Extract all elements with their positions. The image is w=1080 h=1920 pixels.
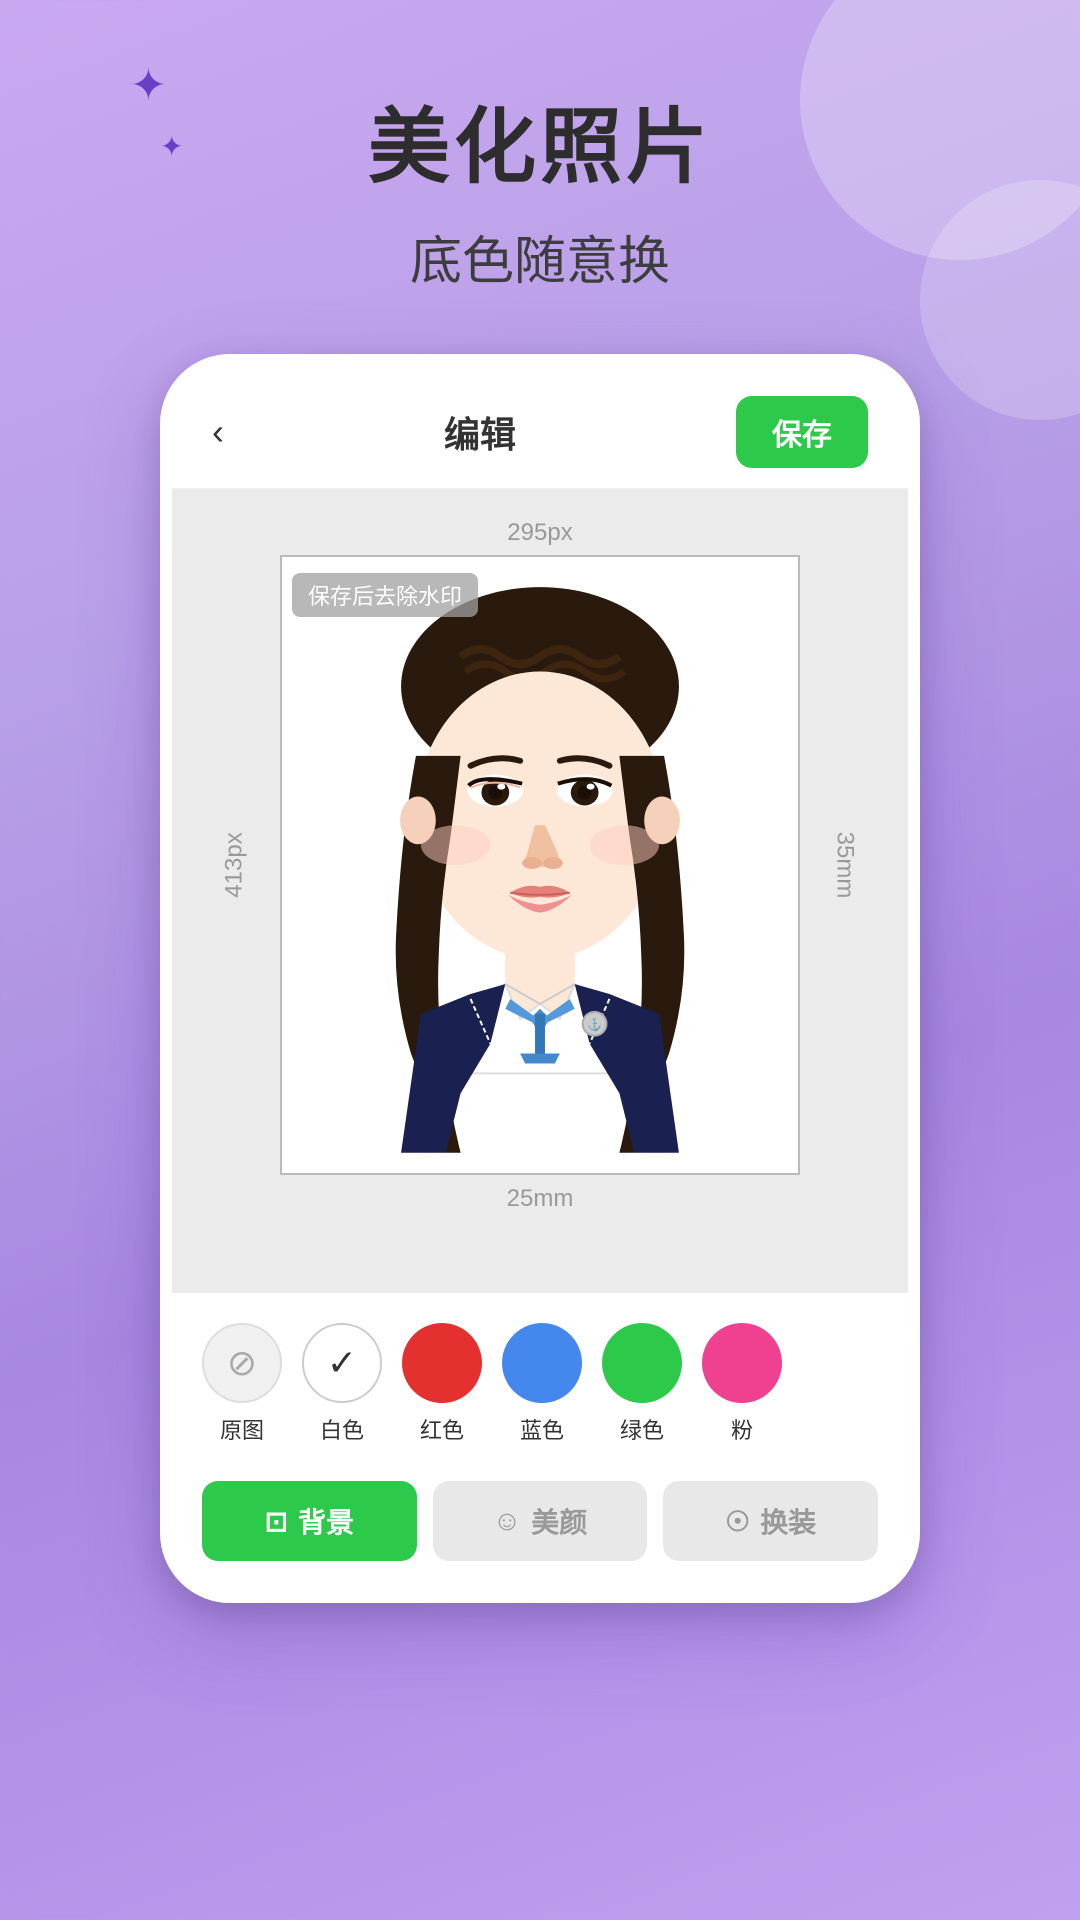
phone-header: ‹ 编辑 保存 xyxy=(172,366,908,489)
color-circle-red[interactable] xyxy=(402,1323,482,1403)
photo-frame-wrapper: 413px 保存后去除水印 xyxy=(202,555,878,1175)
beauty-tool-label: 美颜 xyxy=(531,1501,587,1541)
color-circle-blue[interactable] xyxy=(502,1323,582,1403)
color-label-blue: 蓝色 xyxy=(520,1413,564,1445)
color-circle-white[interactable]: ✓ xyxy=(302,1323,382,1403)
color-label-green: 绿色 xyxy=(620,1413,664,1445)
color-circle-pink[interactable] xyxy=(702,1323,782,1403)
color-label-white: 白色 xyxy=(320,1413,364,1445)
photo-area: 295px 413px 保存后去除水印 xyxy=(172,489,908,1233)
sub-title: 底色随意换 xyxy=(410,219,670,294)
background-tool-button[interactable]: ⊡ 背景 xyxy=(202,1481,417,1561)
phone-mockup: ‹ 编辑 保存 295px 413px 保存后去除水印 xyxy=(160,354,920,1603)
white-checkmark-icon: ✓ xyxy=(327,1342,357,1384)
dimension-top: 295px xyxy=(507,519,572,547)
background-tool-label: 背景 xyxy=(298,1501,354,1541)
dimension-bottom: 25mm xyxy=(507,1185,574,1213)
dimension-right: 35mm xyxy=(831,832,859,899)
save-button[interactable]: 保存 xyxy=(736,396,868,468)
sparkle-icon-1: ✦ xyxy=(130,60,167,111)
header-section: ✦ ✦ 美化照片 底色随意换 xyxy=(0,0,1080,354)
sparkle-icon-2: ✦ xyxy=(160,130,183,163)
original-icon: ⊘ xyxy=(227,1342,257,1384)
watermark-badge: 保存后去除水印 xyxy=(292,573,478,617)
color-item-white[interactable]: ✓ 白色 xyxy=(302,1323,382,1445)
bottom-toolbar: ⊡ 背景 ☺ 美颜 ☉ 换装 xyxy=(172,1465,908,1591)
color-item-pink[interactable]: 粉 xyxy=(702,1323,782,1445)
color-item-original[interactable]: ⊘ 原图 xyxy=(202,1323,282,1445)
dimension-left: 413px xyxy=(221,832,249,897)
photo-frame: 保存后去除水印 xyxy=(280,555,800,1175)
outfit-tool-button[interactable]: ☉ 换装 xyxy=(663,1481,878,1561)
color-label-pink: 粉 xyxy=(731,1413,753,1445)
beauty-tool-button[interactable]: ☺ 美颜 xyxy=(433,1481,648,1561)
outfit-tool-label: 换装 xyxy=(760,1501,816,1541)
color-item-green[interactable]: 绿色 xyxy=(602,1323,682,1445)
back-button[interactable]: ‹ xyxy=(212,411,224,453)
color-item-blue[interactable]: 蓝色 xyxy=(502,1323,582,1445)
main-title: 美化照片 xyxy=(368,80,712,199)
color-label-red: 红色 xyxy=(420,1413,464,1445)
color-circle-original[interactable]: ⊘ xyxy=(202,1323,282,1403)
page-title: 编辑 xyxy=(444,406,516,458)
color-label-original: 原图 xyxy=(220,1413,264,1445)
portrait-image: ⚓ xyxy=(282,557,798,1173)
color-circle-green[interactable] xyxy=(602,1323,682,1403)
spacer-area xyxy=(172,1233,908,1293)
svg-text:⚓: ⚓ xyxy=(587,1018,602,1032)
color-options-list: ⊘ 原图 ✓ 白色 红色 蓝色 绿色 xyxy=(202,1323,878,1445)
color-picker-area: ⊘ 原图 ✓ 白色 红色 蓝色 绿色 xyxy=(172,1293,908,1465)
beauty-tool-icon: ☺ xyxy=(493,1505,522,1537)
background-tool-icon: ⊡ xyxy=(265,1505,288,1538)
outfit-tool-icon: ☉ xyxy=(725,1505,750,1538)
color-item-red[interactable]: 红色 xyxy=(402,1323,482,1445)
